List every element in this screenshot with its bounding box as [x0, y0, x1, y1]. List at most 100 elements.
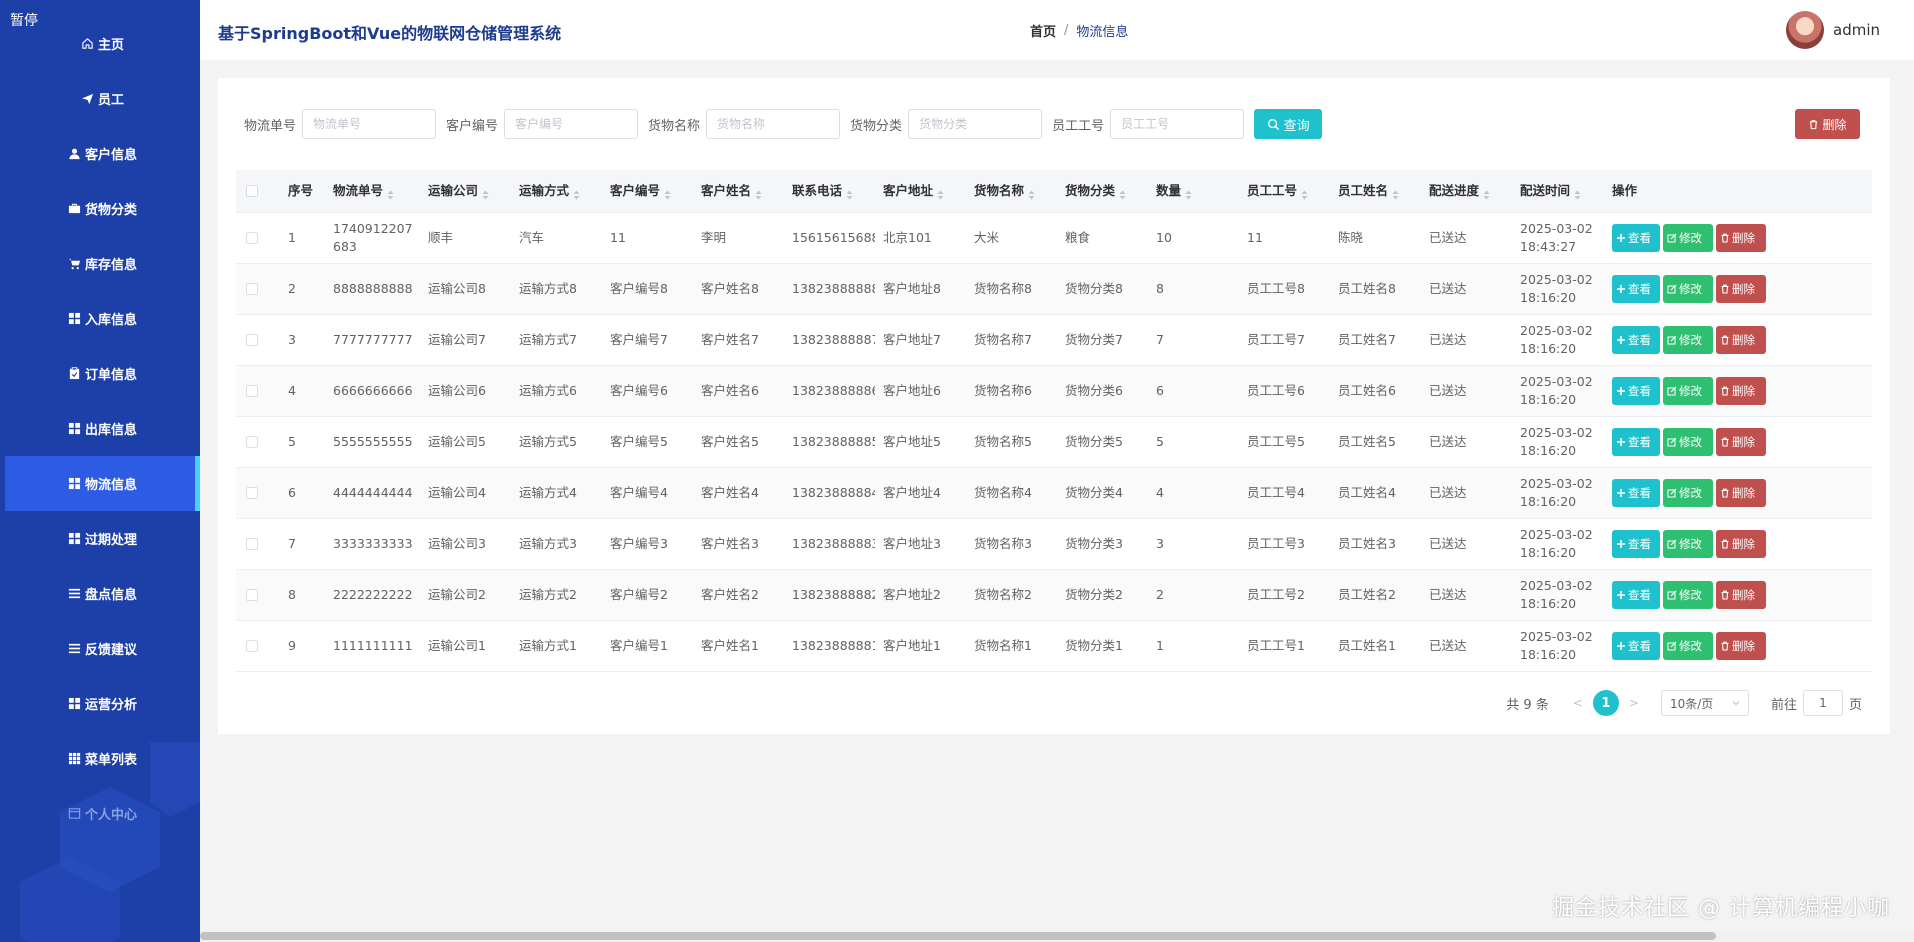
edit-button[interactable]: 修改	[1663, 530, 1713, 558]
delete-button[interactable]: 删除	[1716, 326, 1766, 354]
breadcrumb-home[interactable]: 首页	[1030, 21, 1056, 40]
sidebar-item[interactable]: 反馈建议	[5, 621, 200, 676]
row-checkbox[interactable]	[246, 589, 258, 601]
sort-caret-icon[interactable]	[1119, 187, 1126, 199]
sort-caret-icon[interactable]	[755, 187, 762, 199]
table-cell: 2025-03-02 18:43:27	[1520, 221, 1593, 254]
sort-caret-icon[interactable]	[1574, 187, 1581, 199]
search-input[interactable]	[706, 109, 841, 139]
sort-caret-icon[interactable]	[1483, 187, 1490, 199]
username[interactable]: admin	[1833, 21, 1880, 39]
edit-button[interactable]: 修改	[1663, 224, 1713, 252]
sidebar-item[interactable]: 货物分类	[5, 181, 200, 236]
select-all-checkbox[interactable]	[246, 185, 258, 197]
sort-caret-icon[interactable]	[573, 187, 580, 199]
view-button[interactable]: 查看	[1612, 224, 1660, 252]
sort-caret-icon[interactable]	[1392, 187, 1399, 199]
sidebar-item[interactable]: 库存信息	[5, 236, 200, 291]
edit-button[interactable]: 修改	[1663, 581, 1713, 609]
sidebar-item[interactable]: 物流信息	[5, 456, 200, 511]
delete-button[interactable]: 删除	[1716, 275, 1766, 303]
column-header[interactable]: 货物名称	[966, 182, 1057, 200]
column-header[interactable]: 数量	[1148, 182, 1239, 200]
view-button[interactable]: 查看	[1612, 581, 1660, 609]
sort-caret-icon[interactable]	[1185, 187, 1192, 199]
view-button[interactable]: 查看	[1612, 479, 1660, 507]
column-header[interactable]: 运输公司	[420, 182, 511, 200]
row-select-cell	[236, 589, 280, 601]
batch-delete-button[interactable]: 删除	[1795, 109, 1860, 139]
prev-page-icon[interactable]: <	[1573, 696, 1583, 710]
delete-button[interactable]: 删除	[1716, 479, 1766, 507]
goto-page-input[interactable]	[1802, 690, 1843, 716]
view-button[interactable]: 查看	[1612, 275, 1660, 303]
column-header[interactable]: 客户地址	[875, 182, 966, 200]
query-button[interactable]: 查询	[1254, 109, 1323, 139]
sort-caret-icon[interactable]	[1301, 187, 1308, 199]
sort-caret-icon[interactable]	[387, 187, 394, 199]
column-header[interactable]: 货物分类	[1057, 182, 1148, 200]
delete-button[interactable]: 删除	[1716, 530, 1766, 558]
edit-button[interactable]: 修改	[1663, 632, 1713, 660]
row-checkbox[interactable]	[246, 385, 258, 397]
sort-caret-icon[interactable]	[664, 187, 671, 199]
sidebar-item[interactable]: 盘点信息	[5, 566, 200, 621]
page-number-current[interactable]: 1	[1592, 690, 1619, 716]
column-header[interactable]: 物流单号	[325, 182, 420, 200]
search-input[interactable]	[504, 109, 639, 139]
view-button[interactable]: 查看	[1612, 632, 1660, 660]
horizontal-scrollbar[interactable]	[200, 930, 1914, 942]
column-header[interactable]: 员工姓名	[1330, 182, 1421, 200]
sort-caret-icon[interactable]	[482, 187, 489, 199]
avatar[interactable]	[1786, 11, 1824, 49]
row-checkbox[interactable]	[246, 436, 258, 448]
view-button[interactable]: 查看	[1612, 428, 1660, 456]
delete-button[interactable]: 删除	[1716, 632, 1766, 660]
user-menu[interactable]: admin	[1786, 11, 1880, 49]
sidebar-item[interactable]: 出库信息	[5, 401, 200, 456]
row-checkbox[interactable]	[246, 538, 258, 550]
sidebar-item[interactable]: 客户信息	[5, 126, 200, 181]
column-header[interactable]: 配送时间	[1512, 182, 1604, 200]
column-header[interactable]: 联系电话	[784, 182, 875, 200]
view-button[interactable]: 查看	[1612, 326, 1660, 354]
delete-button[interactable]: 删除	[1716, 224, 1766, 252]
view-button[interactable]: 查看	[1612, 377, 1660, 405]
row-checkbox[interactable]	[246, 283, 258, 295]
next-page-icon[interactable]: >	[1629, 696, 1639, 710]
sidebar-item[interactable]: 菜单列表	[5, 731, 200, 786]
sidebar-item[interactable]: 订单信息	[5, 346, 200, 401]
sort-caret-icon[interactable]	[937, 187, 944, 199]
column-header[interactable]: 运输方式	[511, 182, 602, 200]
row-checkbox[interactable]	[246, 334, 258, 346]
sidebar-item[interactable]: 入库信息	[5, 291, 200, 346]
column-header[interactable]: 配送进度	[1421, 182, 1512, 200]
edit-button[interactable]: 修改	[1663, 275, 1713, 303]
sidebar-item[interactable]: 个人中心	[5, 786, 200, 841]
sort-caret-icon[interactable]	[1028, 187, 1035, 199]
view-button[interactable]: 查看	[1612, 530, 1660, 558]
edit-button[interactable]: 修改	[1663, 326, 1713, 354]
edit-button[interactable]: 修改	[1663, 377, 1713, 405]
scrollbar-thumb[interactable]	[200, 932, 1716, 940]
column-header[interactable]: 客户姓名	[693, 182, 784, 200]
search-input[interactable]	[908, 109, 1043, 139]
sidebar-item[interactable]: 过期处理	[5, 511, 200, 566]
search-input[interactable]	[302, 109, 437, 139]
row-checkbox[interactable]	[246, 232, 258, 244]
edit-button[interactable]: 修改	[1663, 479, 1713, 507]
delete-button[interactable]: 删除	[1716, 377, 1766, 405]
row-checkbox[interactable]	[246, 487, 258, 499]
table-cell: 顺丰	[428, 230, 454, 245]
delete-button[interactable]: 删除	[1716, 428, 1766, 456]
sidebar-item[interactable]: 员工	[5, 71, 200, 126]
column-header[interactable]: 客户编号	[602, 182, 693, 200]
page-size-select[interactable]: 10条/页	[1660, 690, 1749, 716]
edit-button[interactable]: 修改	[1663, 428, 1713, 456]
row-checkbox[interactable]	[246, 640, 258, 652]
sidebar-item[interactable]: 运营分析	[5, 676, 200, 731]
column-header[interactable]: 员工工号	[1239, 182, 1330, 200]
sort-caret-icon[interactable]	[846, 187, 853, 199]
search-input[interactable]	[1110, 109, 1245, 139]
delete-button[interactable]: 删除	[1716, 581, 1766, 609]
